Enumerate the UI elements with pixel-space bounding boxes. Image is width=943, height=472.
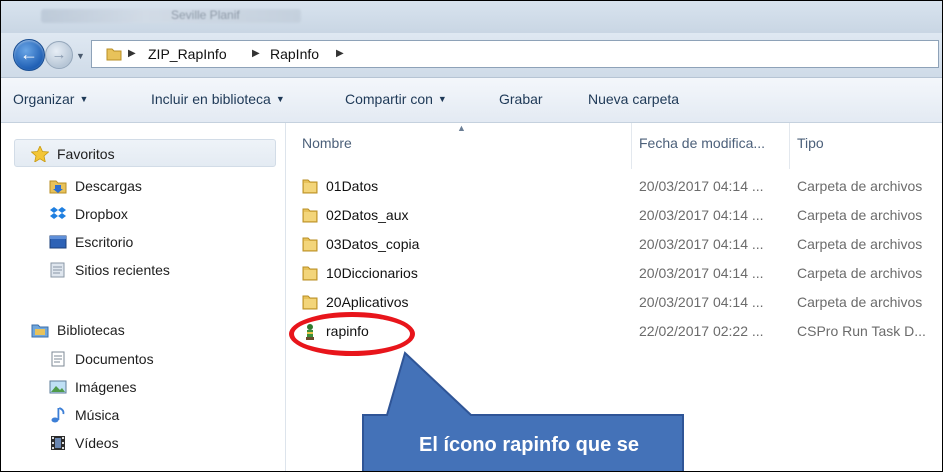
callout-text: El ícono rapinfo que se	[418, 434, 640, 456]
callout-shape	[362, 351, 684, 471]
explorer-window: Seville Planif ← → ▼ ▶ ZIP_RapInfo ▶ Rap…	[0, 0, 943, 472]
highlight-ring	[289, 312, 415, 356]
